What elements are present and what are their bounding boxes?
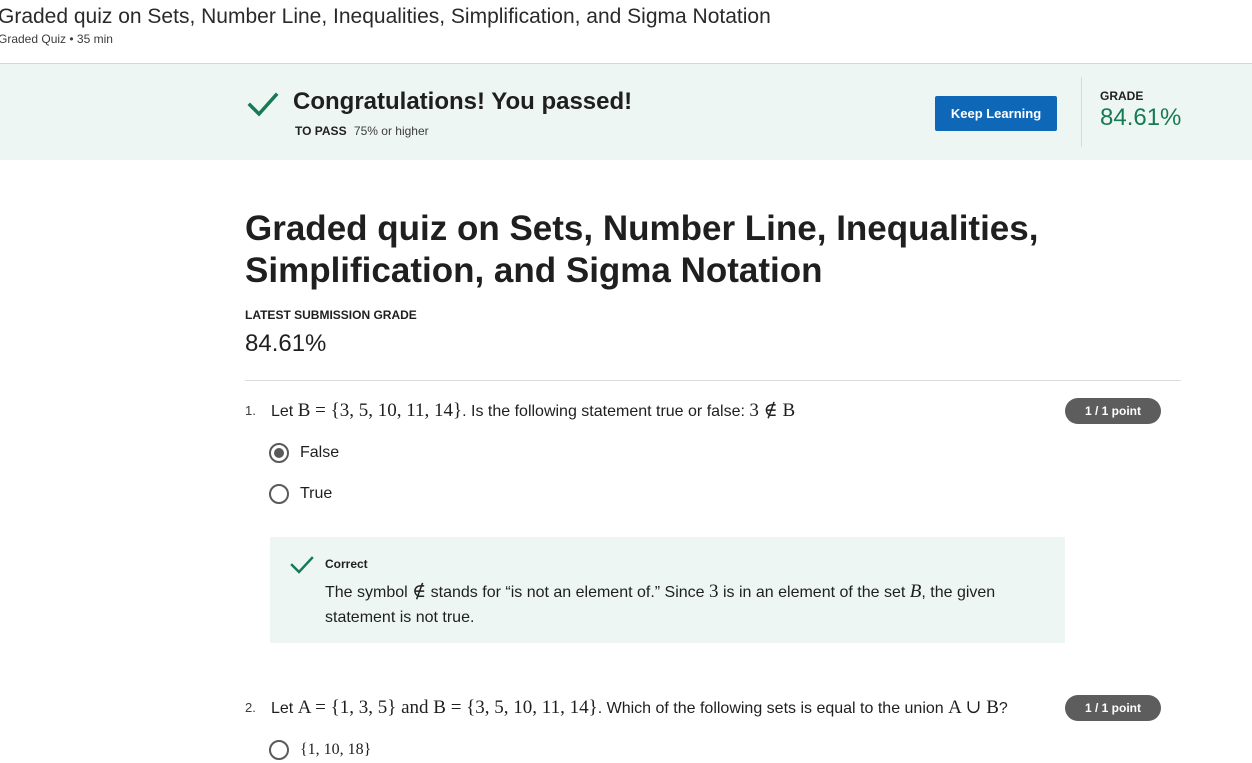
question-1-option-false[interactable]: False	[269, 443, 339, 463]
question-1-number: 1.	[245, 403, 256, 418]
feedback-number: 3	[709, 581, 719, 602]
feedback-symbol: ∉	[412, 581, 427, 602]
check-icon	[247, 92, 279, 117]
banner-title: Congratulations! You passed!	[293, 88, 633, 115]
question-2-points-badge: 1 / 1 point	[1065, 695, 1161, 721]
question-2-lead: Let	[271, 700, 298, 717]
option-label: True	[300, 485, 333, 502]
latest-grade-value: 84.61%	[245, 330, 327, 357]
to-pass-label: TO PASS	[295, 124, 347, 138]
question-1-option-true[interactable]: True	[269, 484, 332, 504]
feedback-set: B	[909, 581, 922, 602]
to-pass-row: TO PASS 75% or higher	[295, 124, 429, 138]
top-header: Graded quiz on Sets, Number Line, Inequa…	[0, 0, 1252, 64]
grade-value: 84.61%	[1100, 104, 1182, 131]
divider	[245, 380, 1181, 381]
keep-learning-button[interactable]: Keep Learning	[935, 96, 1057, 131]
header-title: Graded quiz on Sets, Number Line, Inequa…	[0, 5, 771, 28]
feedback-text-part: stands for “is not an element of.” Since	[426, 584, 710, 601]
feedback-text-part: The symbol	[325, 584, 413, 601]
question-2-math-union: A ∪ B	[948, 697, 999, 718]
radio-icon[interactable]	[269, 740, 289, 760]
option-label: {1, 10, 18}	[300, 741, 372, 758]
grade-divider	[1081, 77, 1082, 147]
latest-grade-label: LATEST SUBMISSION GRADE	[245, 308, 417, 322]
question-2-mid: . Which of the following sets is equal t…	[597, 700, 949, 717]
question-1-math-set: B = {3, 5, 10, 11, 14}	[297, 400, 463, 421]
page-title: Graded quiz on Sets, Number Line, Inequa…	[245, 209, 1039, 290]
question-2-math-a: A = {1, 3, 5}	[297, 697, 397, 718]
question-2-and: and	[396, 697, 434, 718]
question-2-math-b: B = {3, 5, 10, 11, 14}	[433, 697, 598, 718]
to-pass-value: 75% or higher	[353, 124, 429, 138]
header-meta: Graded Quiz • 35 min	[0, 32, 113, 46]
feedback-text-part: is in an element of the set	[718, 584, 910, 601]
question-1-math-statement: 3 ∉ B	[749, 400, 796, 421]
question-1-feedback: Correct The symbol ∉ stands for “is not …	[270, 537, 1065, 643]
question-1-mid: . Is the following statement true or fal…	[462, 403, 750, 420]
question-1-points-badge: 1 / 1 point	[1065, 398, 1161, 424]
question-1-lead: Let	[271, 403, 298, 420]
question-2-text: Let A = {1, 3, 5} and B = {3, 5, 10, 11,…	[271, 696, 1008, 719]
radio-selected-icon[interactable]	[269, 443, 289, 463]
question-1-text: Let B = {3, 5, 10, 11, 14}. Is the follo…	[271, 399, 795, 422]
question-2-option-1[interactable]: {1, 10, 18}	[269, 740, 371, 760]
feedback-title: Correct	[325, 557, 368, 571]
grade-label: GRADE	[1100, 89, 1144, 103]
option-label: False	[300, 444, 340, 461]
question-2-number: 2.	[245, 700, 256, 715]
check-icon	[290, 556, 314, 574]
feedback-text: The symbol ∉ stands for “is not an eleme…	[325, 579, 1045, 630]
radio-icon[interactable]	[269, 484, 289, 504]
passed-banner: Congratulations! You passed! TO PASS 75%…	[0, 64, 1252, 160]
question-2-end: ?	[998, 700, 1008, 717]
